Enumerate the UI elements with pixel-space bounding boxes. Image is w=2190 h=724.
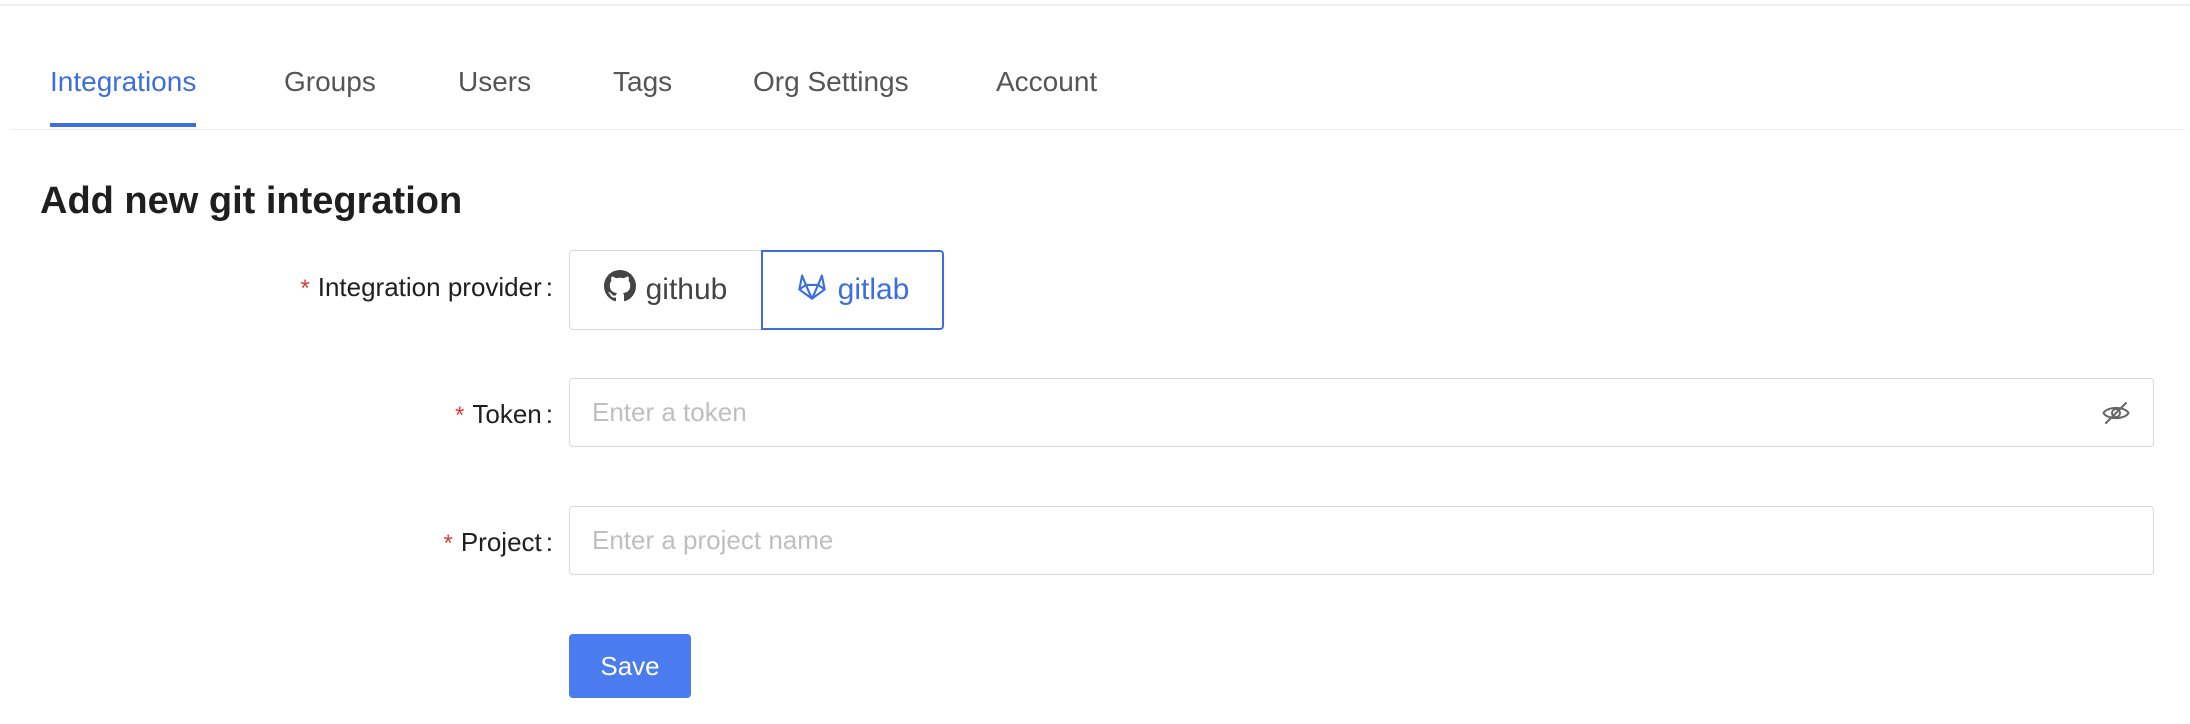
label-colon: : bbox=[545, 399, 553, 429]
integration-provider-label: * Integration provider: bbox=[300, 272, 553, 303]
required-mark: * bbox=[443, 530, 453, 557]
token-input[interactable] bbox=[569, 378, 2154, 447]
required-mark: * bbox=[455, 402, 465, 429]
provider-github-option[interactable]: github bbox=[569, 250, 761, 330]
tab-org-settings[interactable]: Org Settings bbox=[753, 66, 909, 123]
token-label-text: Token bbox=[472, 399, 542, 429]
top-divider bbox=[0, 4, 2190, 6]
token-label: * Token: bbox=[455, 399, 553, 430]
provider-github-label: github bbox=[645, 273, 728, 306]
label-colon: : bbox=[545, 527, 553, 557]
gitlab-icon bbox=[796, 270, 828, 310]
project-input[interactable] bbox=[569, 506, 2154, 575]
eye-invisible-icon[interactable] bbox=[2101, 398, 2131, 428]
provider-gitlab-option[interactable]: gitlab bbox=[761, 250, 944, 330]
provider-gitlab-label: gitlab bbox=[837, 273, 910, 306]
page-title: Add new git integration bbox=[40, 180, 463, 222]
project-label: * Project: bbox=[444, 527, 554, 558]
tab-account[interactable]: Account bbox=[996, 66, 1097, 123]
save-button[interactable]: Save bbox=[569, 634, 691, 698]
required-mark: * bbox=[300, 275, 310, 302]
label-colon: : bbox=[545, 272, 553, 302]
tab-tags[interactable]: Tags bbox=[613, 66, 672, 123]
github-icon bbox=[603, 270, 636, 310]
settings-tabs: Integrations Groups Users Tags Org Setti… bbox=[10, 44, 2185, 130]
tab-users[interactable]: Users bbox=[458, 66, 531, 123]
tab-groups[interactable]: Groups bbox=[284, 66, 376, 123]
integration-provider-label-text: Integration provider bbox=[317, 272, 542, 302]
tab-integrations[interactable]: Integrations bbox=[50, 66, 197, 127]
project-label-text: Project bbox=[460, 527, 542, 557]
